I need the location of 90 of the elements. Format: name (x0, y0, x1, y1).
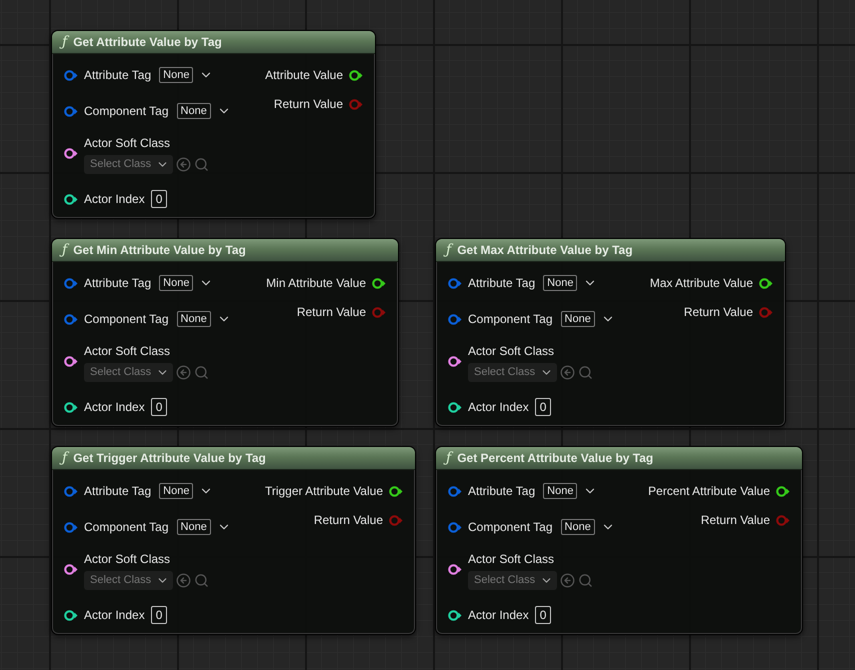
pin-label: Attribute Value (265, 68, 343, 82)
tag-dropdown[interactable]: None (543, 483, 578, 499)
search-icon[interactable] (194, 364, 210, 380)
node-title: Get Min Attribute Value by Tag (73, 243, 246, 257)
pin-label: Return Value (684, 305, 753, 319)
pin-label: Actor Index (468, 400, 529, 414)
pin-icon[interactable] (389, 486, 403, 496)
pin-label: Actor Soft Class (84, 344, 172, 358)
pin-label: Attribute Tag (84, 68, 152, 82)
tag-dropdown[interactable]: None (543, 275, 578, 291)
pin-label: Return Value (700, 513, 770, 527)
pin-icon[interactable] (776, 486, 790, 496)
function-node[interactable]: ƒ Get Trigger Attribute Value by Tag Attribute Tag None Component Tag None Actor Soft Class Select Class Actor Index 0 Trigger Attribute Value Return Value (51, 446, 416, 635)
tag-dropdown[interactable]: None (159, 275, 194, 291)
function-icon: ƒ (446, 242, 452, 258)
tag-dropdown[interactable]: None (159, 483, 194, 499)
pin-label: Return Value (314, 513, 383, 527)
pin-label: Component Tag (468, 520, 553, 534)
class-dropdown[interactable]: Select Class (84, 362, 174, 382)
pin-icon[interactable] (372, 278, 386, 288)
pin-label: Actor Soft Class (84, 552, 172, 566)
search-icon[interactable] (578, 572, 594, 588)
search-icon[interactable] (194, 572, 210, 588)
arrow-left-circle-icon[interactable] (176, 364, 192, 380)
function-node[interactable]: ƒ Get Max Attribute Value by Tag Attribute Tag None Component Tag None Actor Soft Class Select Class Actor Index 0 Max Attribute Value Return Value (435, 238, 786, 427)
pin-icon[interactable] (64, 564, 78, 575)
pin-icon[interactable] (64, 402, 78, 412)
tag-dropdown[interactable]: None (176, 103, 211, 119)
class-dropdown[interactable]: Select Class (84, 154, 174, 174)
pin-label: Return Value (274, 97, 343, 111)
pin-icon[interactable] (64, 194, 78, 204)
pin-label: Max Attribute Value (650, 276, 753, 290)
node-title: Get Attribute Value by Tag (73, 35, 222, 49)
function-icon: ƒ (446, 450, 452, 466)
pin-icon[interactable] (448, 610, 462, 620)
search-icon[interactable] (194, 156, 210, 172)
pin-icon[interactable] (448, 356, 462, 367)
pin-label: Attribute Tag (84, 484, 152, 498)
function-node[interactable]: ƒ Get Min Attribute Value by Tag Attribute Tag None Component Tag None Actor Soft Class Select Class Actor Index 0 Min Attribute Value Return Value (51, 238, 399, 427)
pin-label: Attribute Tag (468, 276, 536, 290)
arrow-left-circle-icon[interactable] (176, 156, 192, 172)
pin-label: Actor Index (84, 192, 145, 206)
pin-label: Actor Soft Class (468, 552, 556, 566)
pin-label: Attribute Tag (468, 484, 536, 498)
pin-icon[interactable] (349, 70, 363, 80)
pin-label: Actor Index (84, 400, 145, 414)
class-dropdown[interactable]: Select Class (468, 570, 558, 590)
pin-label: Trigger Attribute Value (264, 484, 383, 498)
class-dropdown[interactable]: Select Class (468, 362, 558, 382)
arrow-left-circle-icon[interactable] (560, 364, 576, 380)
tag-dropdown[interactable]: None (560, 519, 595, 535)
function-icon: ƒ (62, 242, 68, 258)
arrow-left-circle-icon[interactable] (176, 572, 192, 588)
function-icon: ƒ (62, 34, 68, 50)
pin-icon[interactable] (64, 148, 78, 159)
class-dropdown[interactable]: Select Class (84, 570, 174, 590)
number-field[interactable]: 0 (150, 190, 168, 208)
tag-dropdown[interactable]: None (560, 311, 595, 327)
node-title: Get Max Attribute Value by Tag (457, 243, 633, 257)
pin-label: Min Attribute Value (266, 276, 366, 290)
pin-icon[interactable] (759, 278, 773, 288)
tag-dropdown[interactable]: None (176, 311, 211, 327)
search-icon[interactable] (578, 364, 594, 380)
arrow-left-circle-icon[interactable] (560, 572, 576, 588)
number-field[interactable]: 0 (150, 398, 168, 416)
number-field[interactable]: 0 (534, 606, 552, 624)
pin-label: Component Tag (84, 520, 169, 534)
pin-label: Percent Attribute Value (648, 484, 770, 498)
pin-label: Actor Index (468, 608, 529, 622)
pin-icon[interactable] (448, 402, 462, 412)
pin-label: Actor Soft Class (84, 136, 172, 150)
pin-label: Component Tag (468, 312, 553, 326)
pin-label: Attribute Tag (84, 276, 152, 290)
node-title: Get Percent Attribute Value by Tag (457, 451, 654, 465)
pin-icon[interactable] (448, 564, 462, 575)
tag-dropdown[interactable]: None (176, 519, 211, 535)
pin-label: Component Tag (84, 312, 169, 326)
number-field[interactable]: 0 (150, 606, 168, 624)
function-icon: ƒ (62, 450, 68, 466)
pin-icon[interactable] (64, 610, 78, 620)
pin-label: Actor Soft Class (468, 344, 556, 358)
pin-icon[interactable] (64, 356, 78, 367)
function-node[interactable]: ƒ Get Attribute Value by Tag Attribute Tag None Component Tag None Actor Soft Class Select Class Actor Index 0 Attribute Value Return Value (51, 30, 376, 219)
node-title: Get Trigger Attribute Value by Tag (73, 451, 266, 465)
pin-label: Return Value (296, 305, 366, 319)
tag-dropdown[interactable]: None (159, 67, 194, 83)
pin-label: Component Tag (84, 104, 169, 118)
pin-label: Actor Index (84, 608, 145, 622)
function-node[interactable]: ƒ Get Percent Attribute Value by Tag Attribute Tag None Component Tag None Actor Soft Class Select Class Actor Index 0 Percent Attribute Value Return Value (435, 446, 803, 635)
number-field[interactable]: 0 (534, 398, 552, 416)
